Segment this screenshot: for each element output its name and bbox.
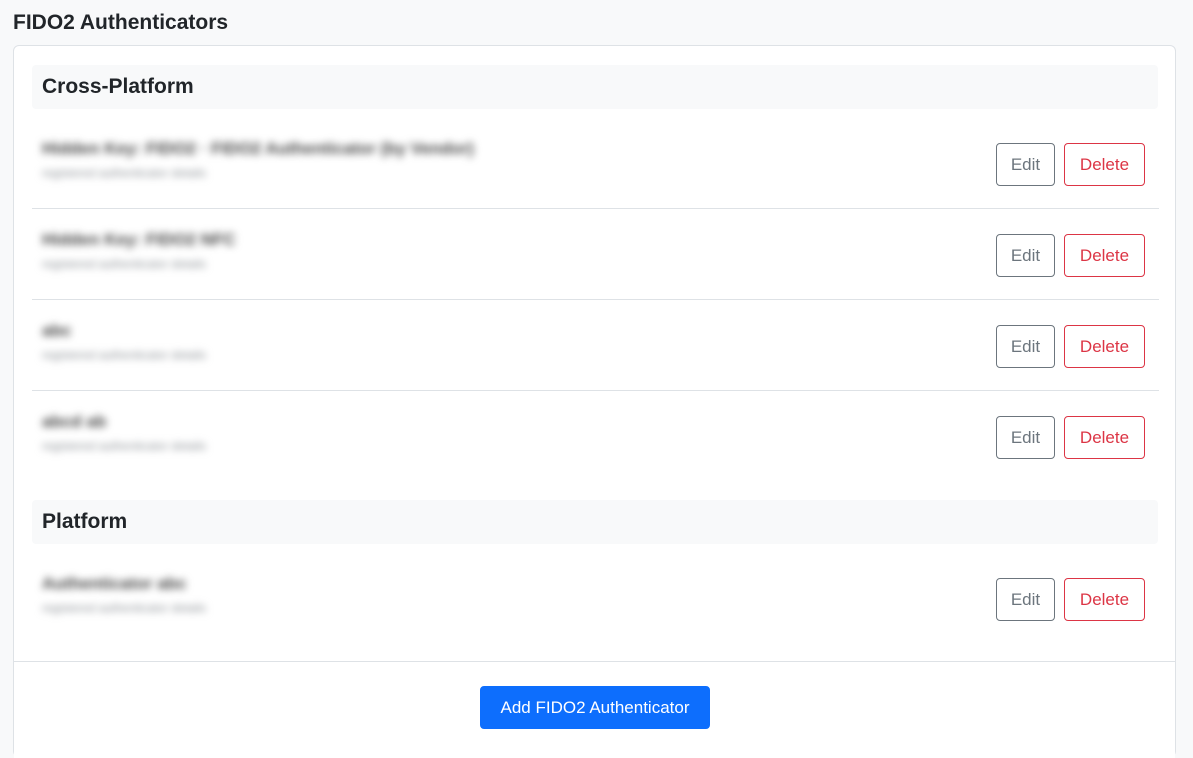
authenticator-meta: registered authenticator details — [42, 348, 207, 362]
authenticator-meta: registered authenticator details — [42, 601, 207, 615]
authenticator-name: Hidden Key: FIDO2 · FIDO2 Authenticator … — [42, 139, 474, 158]
authenticator-row: Hidden Key: FIDO2 · FIDO2 Authenticator … — [32, 118, 1159, 209]
card-footer: Add FIDO2 Authenticator — [14, 661, 1175, 758]
delete-button[interactable]: Delete — [1064, 578, 1145, 621]
edit-button[interactable]: Edit — [996, 578, 1055, 621]
authenticator-meta: registered authenticator details — [42, 257, 207, 271]
authenticator-row: Authenticator abc registered authenticat… — [32, 553, 1159, 644]
edit-button[interactable]: Edit — [996, 234, 1055, 277]
delete-button[interactable]: Delete — [1064, 143, 1145, 186]
authenticator-info: Hidden Key: FIDO2 NFC registered authent… — [42, 229, 236, 273]
authenticator-name: Authenticator abc — [42, 574, 187, 593]
authenticator-name: abc — [42, 321, 72, 340]
authenticator-meta: registered authenticator details — [42, 166, 207, 180]
delete-button[interactable]: Delete — [1064, 325, 1145, 368]
delete-button[interactable]: Delete — [1064, 416, 1145, 459]
authenticator-info: Authenticator abc registered authenticat… — [42, 573, 206, 617]
authenticators-card: Cross-Platform Hidden Key: FIDO2 · FIDO2… — [13, 45, 1176, 758]
authenticator-info: abcd ab registered authenticator details — [42, 411, 206, 455]
edit-button[interactable]: Edit — [996, 416, 1055, 459]
delete-button[interactable]: Delete — [1064, 234, 1145, 277]
authenticator-row: abcd ab registered authenticator details… — [32, 391, 1159, 482]
authenticator-info: abc registered authenticator details — [42, 320, 206, 364]
page-title: FIDO2 Authenticators — [13, 11, 229, 34]
section-header-platform: Platform — [32, 500, 1158, 544]
edit-button[interactable]: Edit — [996, 143, 1055, 186]
section-header-cross-platform: Cross-Platform — [32, 65, 1158, 109]
authenticator-row: Hidden Key: FIDO2 NFC registered authent… — [32, 209, 1159, 300]
card-body: Cross-Platform Hidden Key: FIDO2 · FIDO2… — [14, 46, 1175, 661]
authenticator-info: Hidden Key: FIDO2 · FIDO2 Authenticator … — [42, 138, 474, 182]
edit-button[interactable]: Edit — [996, 325, 1055, 368]
authenticator-name: Hidden Key: FIDO2 NFC — [42, 230, 236, 249]
add-authenticator-button[interactable]: Add FIDO2 Authenticator — [480, 686, 710, 729]
authenticator-meta: registered authenticator details — [42, 439, 207, 453]
authenticator-name: abcd ab — [42, 412, 107, 431]
authenticator-row: abc registered authenticator details Edi… — [32, 300, 1159, 391]
